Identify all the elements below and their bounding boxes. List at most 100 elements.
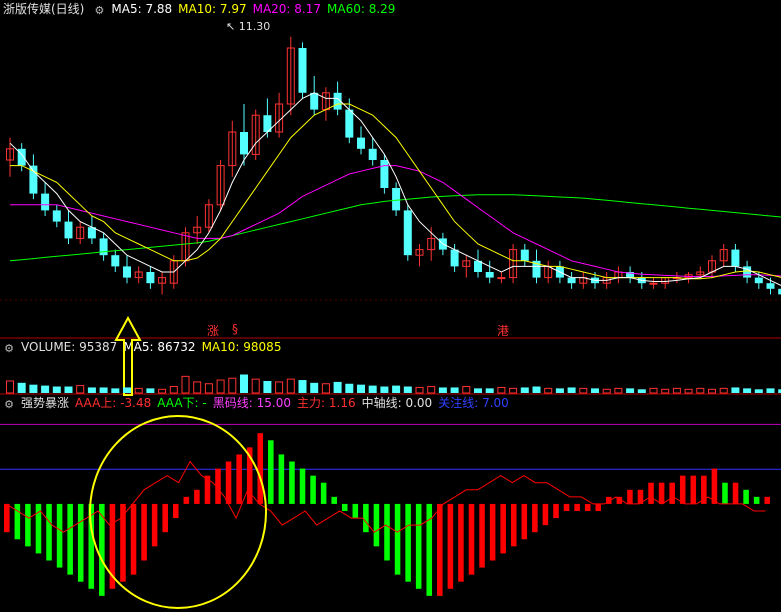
indicator-bar xyxy=(426,503,433,596)
candle-down xyxy=(567,277,576,284)
indicator-bar xyxy=(479,503,485,568)
volume-bar-up xyxy=(158,388,167,394)
volume-bar-up xyxy=(661,388,670,394)
ma20-line xyxy=(10,165,781,277)
candle-down xyxy=(298,48,307,93)
indicator-bar xyxy=(373,503,380,547)
volume-bar-up xyxy=(415,386,424,394)
candle-down xyxy=(380,160,389,188)
volume-bar-down xyxy=(357,384,365,393)
volume-bar-up xyxy=(169,386,178,394)
indicator-bar xyxy=(352,503,359,519)
volume-bar-down xyxy=(111,388,120,393)
candle-down xyxy=(52,210,61,222)
indicator-bar xyxy=(77,503,84,582)
volume-bar-down xyxy=(240,374,248,393)
volume-bar-down xyxy=(474,388,482,393)
indicator-bar xyxy=(753,496,760,504)
indicator-bar xyxy=(468,503,475,575)
indicator-bar xyxy=(56,503,63,568)
indicator-bar xyxy=(183,496,190,504)
candle-down xyxy=(41,193,50,211)
candle-down xyxy=(345,109,354,138)
volume-bar-down xyxy=(87,387,96,393)
volume-bar-down xyxy=(310,382,319,393)
indicator-bar xyxy=(658,482,665,504)
indicator-bar xyxy=(584,503,591,511)
indicator-bar xyxy=(627,489,633,504)
candle-down xyxy=(64,221,73,239)
volume-bar-down xyxy=(743,388,752,393)
volume-bar-up xyxy=(6,380,14,394)
stock-chart-window: 浙版传媒(日线) ⚙ MA5: 7.88 MA10: 7.97 MA20: 8.17 MA… xyxy=(0,0,781,612)
volume-bar-up xyxy=(684,388,693,394)
indicator-bar xyxy=(521,503,528,540)
indicator-bar xyxy=(437,503,443,596)
indicator-bar xyxy=(405,503,411,582)
volume-bar-up xyxy=(286,378,295,394)
indicator-bar xyxy=(331,496,337,504)
candle-down xyxy=(99,238,108,256)
indicator-bar xyxy=(257,433,264,504)
volume-bar-up xyxy=(509,387,518,394)
candle-down xyxy=(392,188,401,211)
volume-bar-down xyxy=(591,388,599,393)
volume-bar-down xyxy=(298,380,307,393)
indicator-bar xyxy=(151,503,158,547)
volume-bar-down xyxy=(99,387,108,393)
indicator-bar xyxy=(299,468,306,504)
volume-bar-up xyxy=(76,385,85,394)
candle-down xyxy=(111,255,120,267)
volume-bar-up xyxy=(204,383,213,394)
candle-up xyxy=(497,277,506,280)
candle-up xyxy=(649,282,658,285)
candle-down xyxy=(146,272,155,284)
volume-bar-down xyxy=(345,383,354,393)
indicator-bar xyxy=(458,503,464,582)
volume-bar-down xyxy=(64,386,73,393)
volume-bar-up xyxy=(427,386,436,394)
indicator-bar xyxy=(384,503,390,561)
volume-bar-down xyxy=(555,388,564,393)
indicator-bar xyxy=(278,454,285,504)
volume-bar-down xyxy=(731,387,740,393)
indicator-bar xyxy=(648,482,654,504)
volume-bar-up xyxy=(708,388,716,394)
volume-bar-up xyxy=(321,383,330,394)
candle-down xyxy=(766,283,775,289)
indicator-bar xyxy=(711,468,718,504)
up-arrow-annotation xyxy=(114,315,142,396)
indicator-bar xyxy=(67,503,73,575)
volume-bar-up xyxy=(614,387,623,394)
indicator-bar xyxy=(764,496,770,504)
volume-bar-down xyxy=(41,385,50,393)
indicator-bar xyxy=(732,482,739,504)
volume-bar-down xyxy=(532,386,541,393)
indicator-bar xyxy=(574,503,580,511)
volume-bar-up xyxy=(462,386,471,394)
volume-bar-up xyxy=(696,387,705,394)
volume-bar-down xyxy=(450,387,459,393)
indicator-bar xyxy=(690,475,697,504)
indicator-bar xyxy=(743,489,749,504)
volume-bar-down xyxy=(123,387,131,393)
volume-bar-up xyxy=(672,387,681,394)
indicator-bar xyxy=(532,503,538,533)
volume-bar-down xyxy=(368,385,377,393)
candle-down xyxy=(520,249,529,261)
indicator-bar xyxy=(394,503,401,575)
indicator-bar xyxy=(162,503,168,533)
volume-bar-up xyxy=(228,377,237,394)
indicator-bar xyxy=(722,482,728,504)
volume-bar-up xyxy=(216,379,225,394)
indicator-bar xyxy=(500,503,506,554)
indicator-bar xyxy=(415,503,422,589)
indicator-bar xyxy=(46,503,52,561)
candle-down xyxy=(403,210,412,256)
volume-bar-down xyxy=(485,388,494,393)
volume-bar-down xyxy=(380,386,389,393)
volume-bar-down xyxy=(392,385,401,393)
volume-bar-down xyxy=(333,381,342,393)
volume-bar-up xyxy=(579,387,588,394)
indicator-bar xyxy=(542,503,549,526)
